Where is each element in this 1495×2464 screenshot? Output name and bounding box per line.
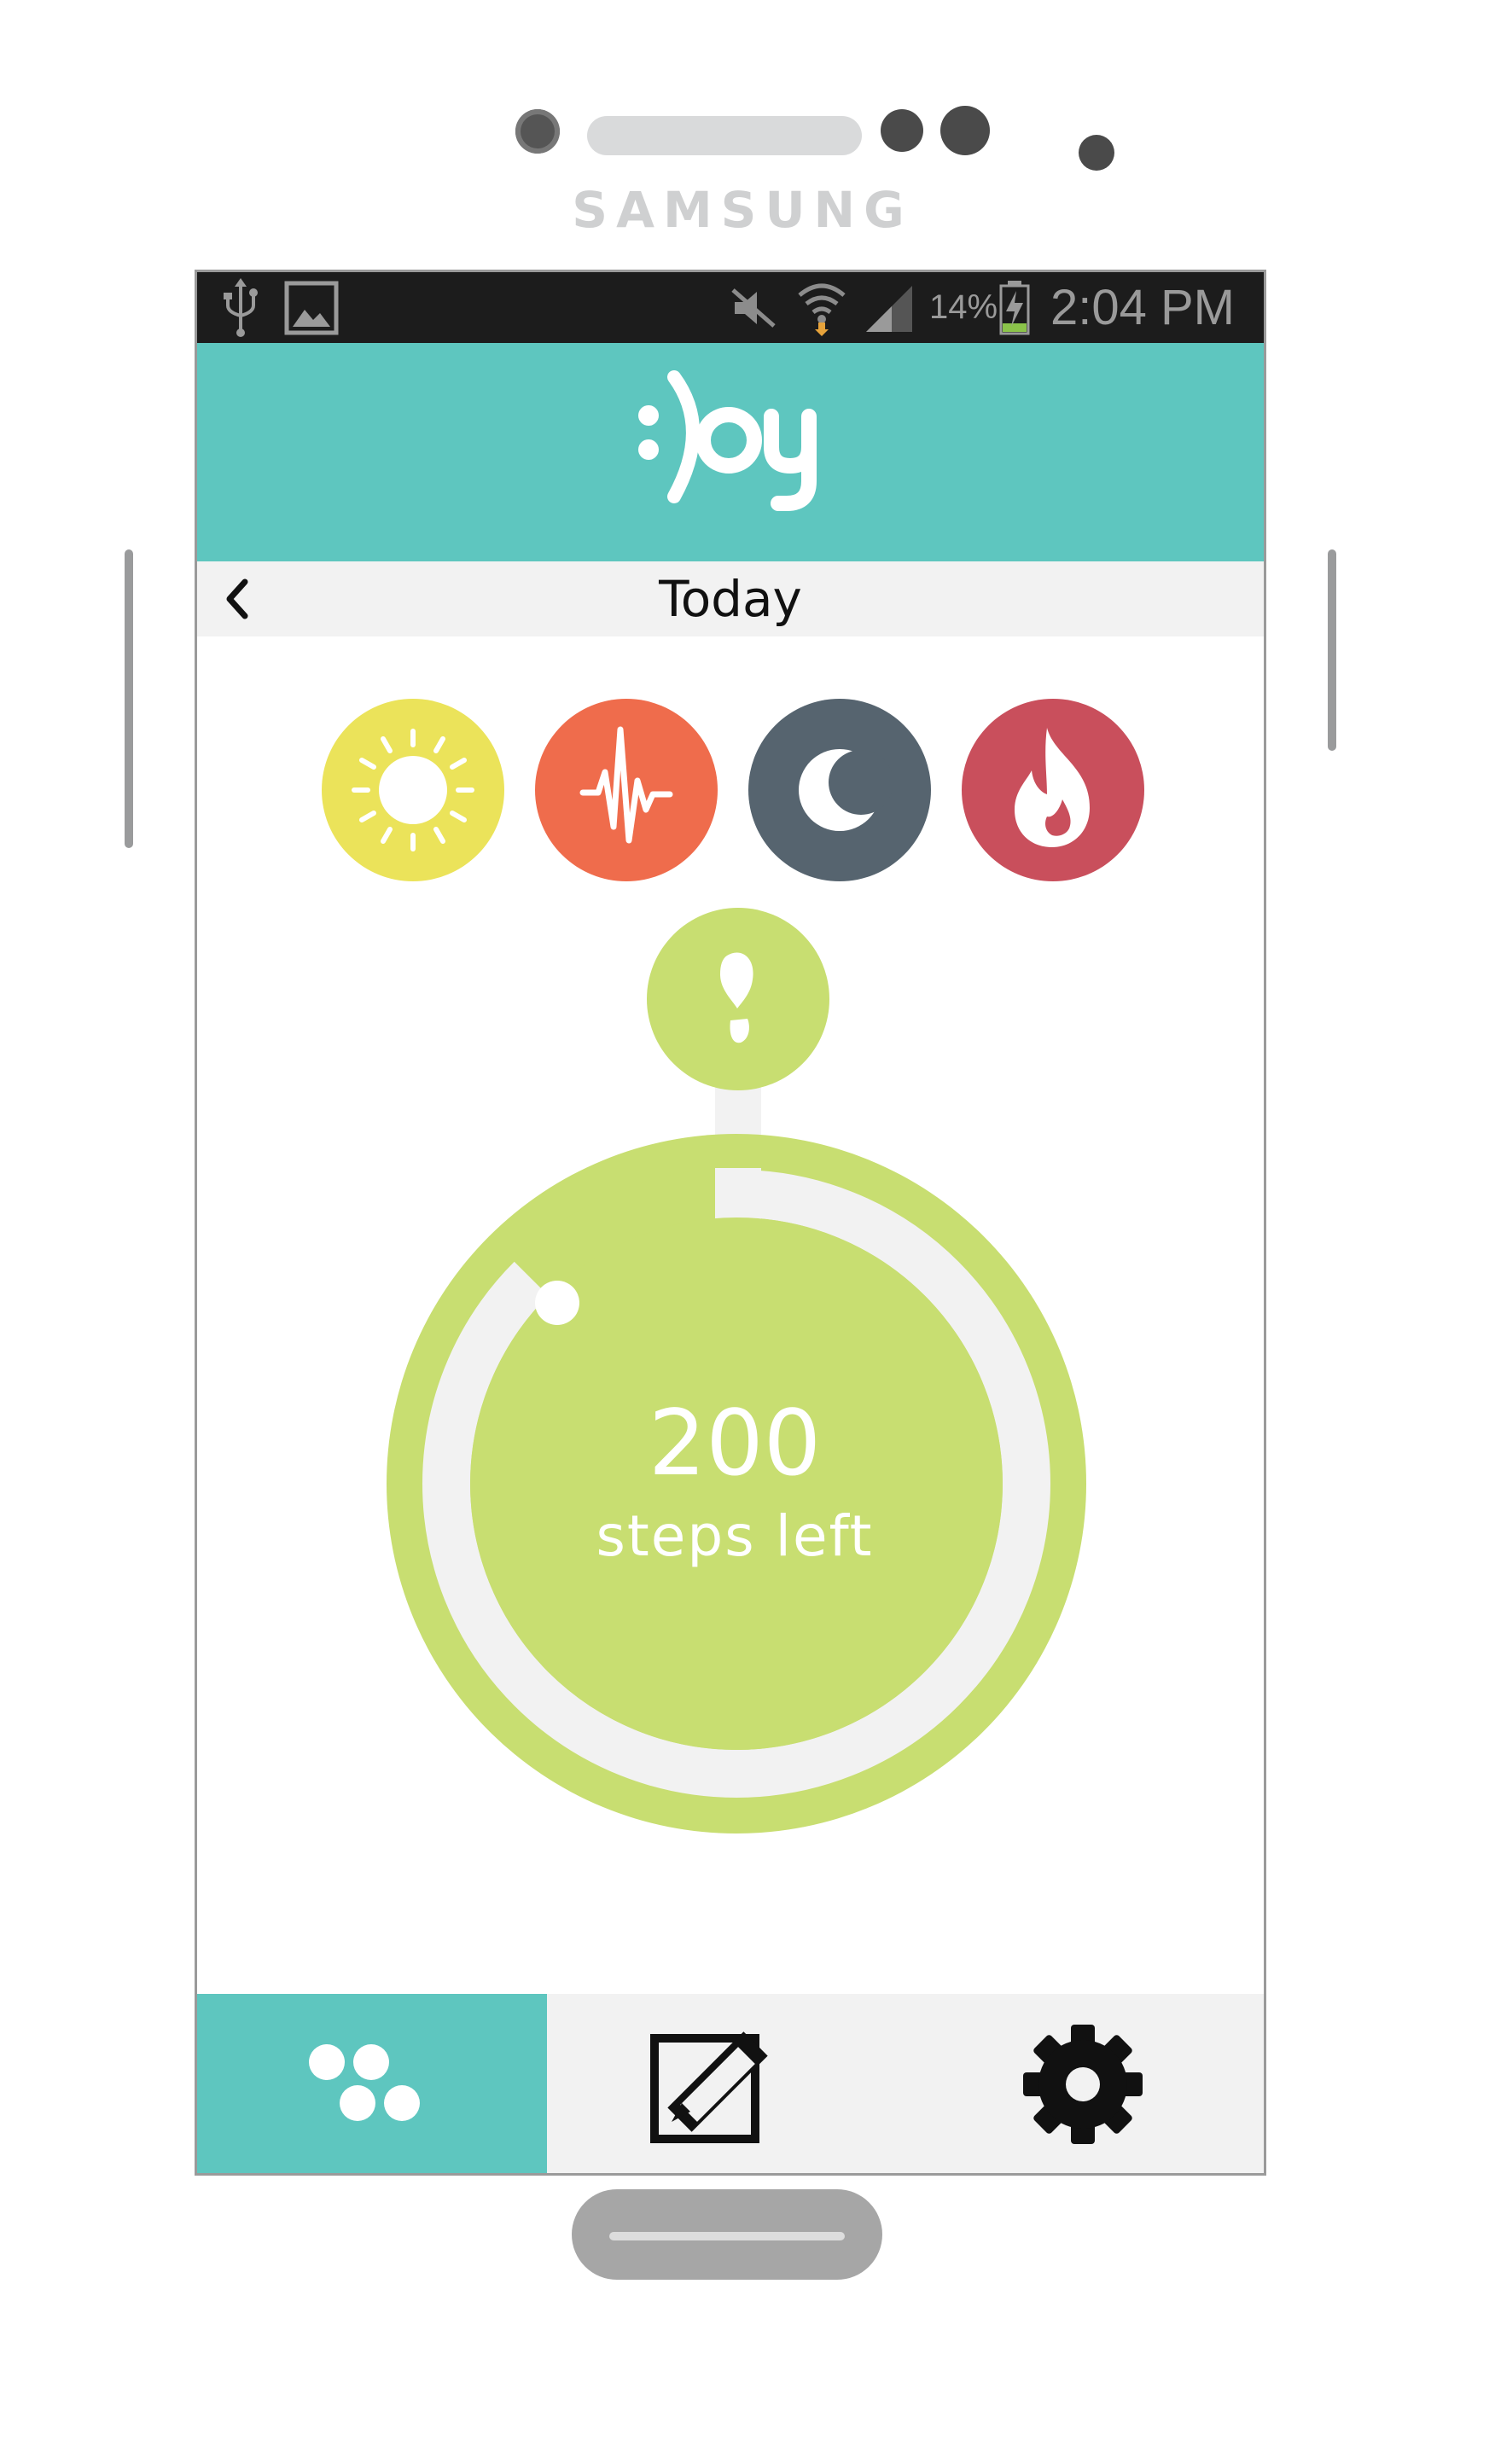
activity-button[interactable] bbox=[535, 699, 718, 881]
phone-screen: 14% 2:04 PM Today 200 steps left bbox=[195, 270, 1266, 2176]
chevron-left-icon bbox=[226, 578, 248, 619]
steps-badge[interactable] bbox=[647, 908, 829, 1090]
settings-icon bbox=[1023, 2025, 1143, 2144]
notification-led bbox=[1079, 135, 1114, 171]
earpiece-speaker bbox=[587, 116, 862, 155]
power-button[interactable] bbox=[1328, 549, 1336, 751]
usb-icon bbox=[221, 272, 260, 343]
edit-icon bbox=[650, 2031, 768, 2143]
moon-icon bbox=[799, 749, 893, 831]
battery-charging-icon bbox=[999, 272, 1030, 343]
steps-remaining-caption: steps left bbox=[596, 1503, 874, 1569]
clock: 2:04 PM bbox=[1050, 280, 1235, 335]
dashboard-icon bbox=[309, 2044, 420, 2121]
home-button-line bbox=[609, 2232, 845, 2240]
tab-edit[interactable] bbox=[547, 1994, 909, 2173]
app-bar bbox=[197, 343, 1264, 561]
page-title: Today bbox=[659, 570, 802, 628]
sleep-button[interactable] bbox=[748, 699, 931, 881]
heartbeat-icon bbox=[579, 726, 673, 844]
image-icon bbox=[284, 272, 339, 343]
light-sensor bbox=[940, 106, 990, 155]
tab-settings[interactable] bbox=[909, 1994, 1264, 2173]
wifi-icon bbox=[796, 272, 847, 343]
home-button[interactable] bbox=[572, 2179, 882, 2280]
back-button[interactable] bbox=[214, 573, 265, 625]
volume-button[interactable] bbox=[125, 549, 133, 848]
proximity-sensor bbox=[881, 109, 923, 152]
footprint-icon bbox=[720, 952, 753, 1043]
front-camera bbox=[515, 109, 560, 154]
signal-icon bbox=[863, 272, 914, 343]
progress-knob[interactable] bbox=[535, 1281, 579, 1325]
device-brand: SAMSUNG bbox=[572, 181, 913, 239]
flame-icon bbox=[1015, 728, 1090, 847]
app-logo bbox=[637, 369, 841, 531]
tab-dashboard[interactable] bbox=[197, 1994, 547, 2173]
sun-button[interactable] bbox=[322, 699, 504, 881]
bottom-navigation bbox=[197, 1994, 1264, 2173]
sun-icon bbox=[352, 729, 474, 851]
calories-button[interactable] bbox=[962, 699, 1144, 881]
steps-remaining-value: 200 bbox=[648, 1391, 822, 1496]
status-bar: 14% 2:04 PM bbox=[197, 272, 1264, 343]
battery-percent: 14% bbox=[929, 288, 998, 326]
date-header: Today bbox=[197, 561, 1264, 636]
mute-icon bbox=[728, 272, 779, 343]
